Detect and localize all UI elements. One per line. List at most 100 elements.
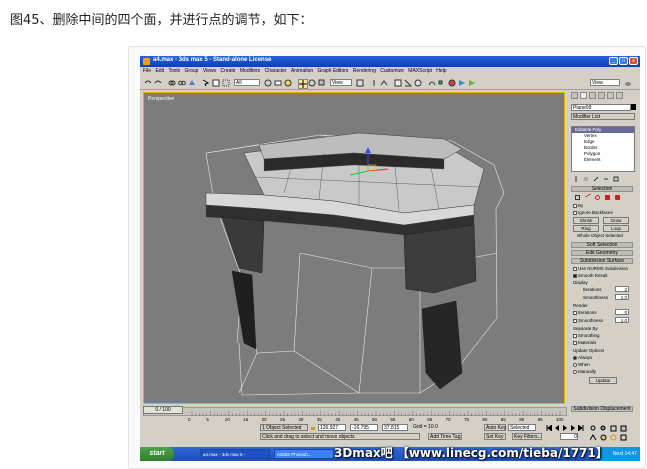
menu-character[interactable]: Character [265, 67, 287, 76]
curve-editor-icon[interactable] [428, 79, 436, 87]
x-coordinate-field[interactable]: 126.927 [318, 424, 346, 431]
start-button[interactable]: start [140, 447, 174, 461]
selection-region-icon[interactable] [222, 79, 230, 87]
percent-snap-icon[interactable] [414, 79, 422, 87]
display-tab[interactable] [607, 92, 614, 99]
create-tab[interactable] [571, 92, 578, 99]
configure-sets-icon[interactable] [613, 176, 619, 182]
link-icon[interactable] [168, 79, 176, 87]
minimize-button[interactable]: _ [609, 57, 618, 65]
grow-button[interactable]: Grow [603, 217, 629, 224]
hierarchy-tab[interactable] [589, 92, 596, 99]
next-frame-icon[interactable] [570, 425, 576, 431]
always-radio[interactable]: Always [573, 355, 592, 360]
menu-create[interactable]: Create [220, 67, 235, 76]
render-smoothness-spinner[interactable]: 1.0 [615, 317, 629, 323]
render-iterations-checkbox[interactable]: Iterations [573, 310, 597, 315]
border-mode-icon[interactable] [595, 195, 600, 200]
snap-toggle-icon[interactable] [394, 79, 402, 87]
bridge-mesh-model[interactable] [144, 93, 564, 403]
manually-radio[interactable]: Manually [573, 369, 596, 374]
teapot-render-icon[interactable] [624, 79, 632, 87]
menu-tools[interactable]: Tools [168, 67, 180, 76]
play-icon[interactable] [562, 425, 568, 431]
menu-maxscript[interactable]: MAXScript [408, 67, 432, 76]
zoom-extents-icon[interactable] [610, 425, 617, 432]
menu-customize[interactable]: Customize [380, 67, 404, 76]
pan-icon[interactable] [600, 434, 607, 441]
make-unique-icon[interactable] [593, 176, 599, 182]
time-slider[interactable]: 0 / 100 [143, 406, 183, 414]
close-button[interactable]: x [629, 57, 638, 65]
maximize-button[interactable]: □ [619, 57, 628, 65]
go-to-start-icon[interactable] [546, 425, 552, 431]
pivot-center-icon[interactable] [356, 79, 364, 87]
taskbar-item-photoshop[interactable]: Adobe Photosh... [274, 449, 334, 459]
display-iterations-spinner[interactable]: 2 [615, 286, 629, 292]
named-selection-dropdown[interactable]: View [590, 79, 620, 86]
zoom-all-icon[interactable] [600, 425, 607, 432]
select-by-name-icon[interactable] [212, 79, 220, 87]
smoothing-checkbox[interactable]: Smoothing [573, 333, 600, 338]
bind-space-warp-icon[interactable] [188, 79, 196, 87]
undo-icon[interactable] [144, 79, 152, 87]
timeline-track[interactable] [143, 407, 567, 417]
menu-group[interactable]: Group [185, 67, 199, 76]
modify-tab[interactable] [580, 92, 587, 99]
ignore-backfaces-checkbox[interactable]: Ignore Backfaces [573, 210, 613, 215]
render-smoothness-checkbox[interactable]: Smoothness [573, 318, 603, 323]
y-coordinate-field[interactable]: -16.795 [350, 424, 378, 431]
by-vertex-checkbox[interactable]: By [573, 203, 583, 208]
ring-button[interactable]: Ring [573, 225, 599, 232]
display-smoothness-spinner[interactable]: 1.0 [615, 294, 629, 300]
subdivision-displacement-rollout-header[interactable]: Subdivision Displacement [571, 406, 633, 412]
angle-snap-icon[interactable] [404, 79, 412, 87]
materials-checkbox[interactable]: Materials [573, 340, 596, 345]
mirror-icon[interactable] [370, 79, 378, 87]
set-key-button[interactable]: Set Key [484, 433, 506, 440]
object-color-swatch[interactable] [631, 104, 636, 110]
taskbar-item-3dsmax[interactable]: a4.max - 3ds max 5 - [200, 449, 270, 459]
key-filters-button[interactable]: Key Filters... [512, 433, 542, 440]
go-to-end-icon[interactable] [578, 425, 584, 431]
stack-item-element[interactable]: Element [572, 157, 634, 163]
loop-button[interactable]: Loop [603, 225, 629, 232]
object-name-field[interactable]: Plane09 [571, 104, 631, 111]
polygon-mode-icon[interactable] [605, 195, 610, 200]
material-editor-icon[interactable] [448, 79, 456, 87]
edit-geometry-rollout-header[interactable]: Edit Geometry [571, 250, 633, 256]
when-rendering-radio[interactable]: When [573, 362, 590, 367]
menu-file[interactable]: File [143, 67, 151, 76]
auto-key-mode-dropdown[interactable]: Selected [508, 424, 536, 431]
menu-modifiers[interactable]: Modifiers [240, 67, 260, 76]
utilities-tab[interactable] [616, 92, 623, 99]
arc-rotate-icon[interactable] [610, 434, 617, 441]
perspective-viewport[interactable]: Perspective [143, 92, 565, 404]
menu-help[interactable]: Help [436, 67, 446, 76]
redo-icon[interactable] [154, 79, 162, 87]
select-and-move-icon[interactable] [298, 79, 308, 89]
lock-selection-icon[interactable] [310, 425, 316, 431]
quick-render-icon[interactable] [468, 79, 476, 87]
z-coordinate-field[interactable]: 37.815 [382, 424, 408, 431]
menu-animation[interactable]: Animation [291, 67, 313, 76]
rotate-snap-icon[interactable] [284, 79, 292, 87]
render-scene-icon[interactable] [458, 79, 466, 87]
update-button[interactable]: Update [589, 377, 617, 384]
subdivision-surface-rollout-header[interactable]: Subdivision Surface [571, 258, 633, 264]
ref-coord-dropdown[interactable]: View [330, 79, 352, 86]
menu-rendering[interactable]: Rendering [353, 67, 376, 76]
menu-edit[interactable]: Edit [155, 67, 164, 76]
menu-graph-editors[interactable]: Graph Editors [318, 67, 349, 76]
zoom-extents-all-icon[interactable] [620, 425, 627, 432]
render-iterations-spinner[interactable]: 0 [615, 309, 629, 315]
vertex-mode-icon[interactable] [575, 195, 580, 200]
shrink-button[interactable]: Shrink [573, 217, 599, 224]
element-mode-icon[interactable] [615, 195, 620, 200]
field-of-view-icon[interactable] [590, 434, 597, 441]
remove-modifier-icon[interactable] [603, 176, 609, 182]
maximize-viewport-icon[interactable] [620, 434, 627, 441]
selection-filter-dropdown[interactable]: All [234, 79, 260, 86]
modifier-list-dropdown[interactable]: Modifier List [571, 113, 635, 120]
select-and-rotate-icon[interactable] [308, 79, 316, 87]
